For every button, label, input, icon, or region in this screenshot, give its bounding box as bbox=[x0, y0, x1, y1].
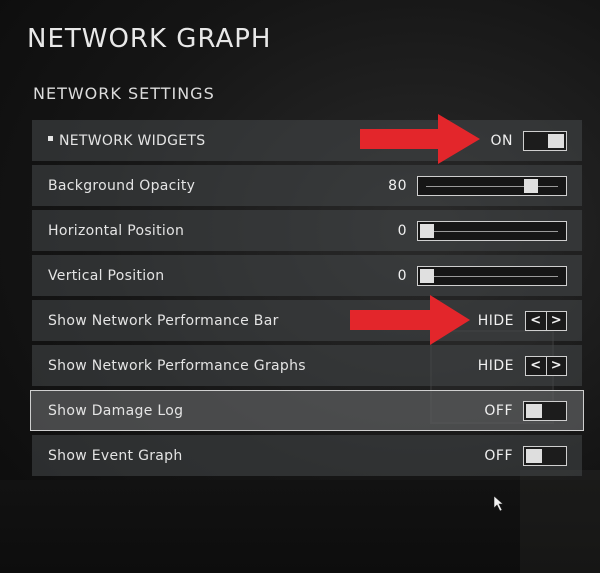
damage-log-toggle[interactable] bbox=[523, 400, 567, 421]
stepper-value: HIDE bbox=[477, 312, 514, 329]
setting-row-vertical-position[interactable]: Vertical Position 0 bbox=[32, 255, 582, 296]
slider-track bbox=[426, 275, 558, 277]
slider-track bbox=[426, 185, 558, 187]
section-title: NETWORK SETTINGS bbox=[33, 84, 215, 103]
mouse-cursor-icon bbox=[494, 496, 504, 512]
chevron-left-icon[interactable]: < bbox=[526, 312, 546, 330]
slider-value: 80 bbox=[388, 177, 407, 194]
stepper-value: HIDE bbox=[477, 357, 514, 374]
slider-value: 0 bbox=[397, 267, 407, 284]
toggle-value: OFF bbox=[484, 402, 513, 419]
chevron-right-icon[interactable]: > bbox=[546, 312, 566, 330]
background-rubble bbox=[520, 470, 600, 573]
setting-row-horizontal-position[interactable]: Horizontal Position 0 bbox=[32, 210, 582, 251]
setting-label: Background Opacity bbox=[48, 177, 196, 194]
setting-row-network-widgets[interactable]: NETWORK WIDGETS ON bbox=[32, 120, 582, 161]
network-widgets-toggle[interactable] bbox=[523, 130, 567, 151]
chevron-right-icon[interactable]: > bbox=[546, 357, 566, 375]
setting-label: Show Event Graph bbox=[48, 447, 183, 464]
setting-label: NETWORK WIDGETS bbox=[48, 133, 205, 149]
annotation-arrow-icon bbox=[360, 114, 480, 164]
setting-row-event-graph[interactable]: Show Event Graph OFF bbox=[32, 435, 582, 476]
toggle-value: OFF bbox=[484, 447, 513, 464]
chevron-left-icon[interactable]: < bbox=[526, 357, 546, 375]
setting-label: Show Network Performance Bar bbox=[48, 312, 279, 329]
setting-label: Horizontal Position bbox=[48, 222, 185, 239]
slider-value: 0 bbox=[397, 222, 407, 239]
toggle-knob bbox=[526, 403, 542, 418]
vertical-position-slider[interactable] bbox=[417, 265, 567, 286]
network-performance-graphs-stepper: < > bbox=[525, 355, 567, 376]
setting-row-network-performance-bar[interactable]: Show Network Performance Bar HIDE < > bbox=[32, 300, 582, 341]
background-floor bbox=[0, 480, 600, 573]
setting-row-damage-log[interactable]: Show Damage Log OFF bbox=[30, 390, 584, 431]
annotation-arrow-icon bbox=[350, 295, 470, 345]
slider-thumb[interactable] bbox=[420, 223, 434, 238]
horizontal-position-slider[interactable] bbox=[417, 220, 567, 241]
slider-thumb[interactable] bbox=[524, 178, 538, 193]
bullet-icon bbox=[48, 136, 53, 141]
toggle-value: ON bbox=[490, 132, 513, 149]
network-performance-bar-stepper: < > bbox=[525, 310, 567, 331]
page-title: NETWORK GRAPH bbox=[27, 24, 272, 54]
setting-label: Vertical Position bbox=[48, 267, 165, 284]
slider-thumb[interactable] bbox=[420, 268, 434, 283]
setting-label: Show Network Performance Graphs bbox=[48, 357, 306, 374]
setting-label: Show Damage Log bbox=[48, 402, 184, 419]
toggle-knob bbox=[526, 448, 542, 463]
toggle-knob bbox=[548, 133, 564, 148]
settings-panel: NETWORK WIDGETS ON Background Opacity 80… bbox=[30, 120, 584, 480]
setting-row-background-opacity[interactable]: Background Opacity 80 bbox=[32, 165, 582, 206]
setting-row-network-performance-graphs[interactable]: Show Network Performance Graphs HIDE < > bbox=[32, 345, 582, 386]
background-opacity-slider[interactable] bbox=[417, 175, 567, 196]
event-graph-toggle[interactable] bbox=[523, 445, 567, 466]
slider-track bbox=[426, 230, 558, 232]
